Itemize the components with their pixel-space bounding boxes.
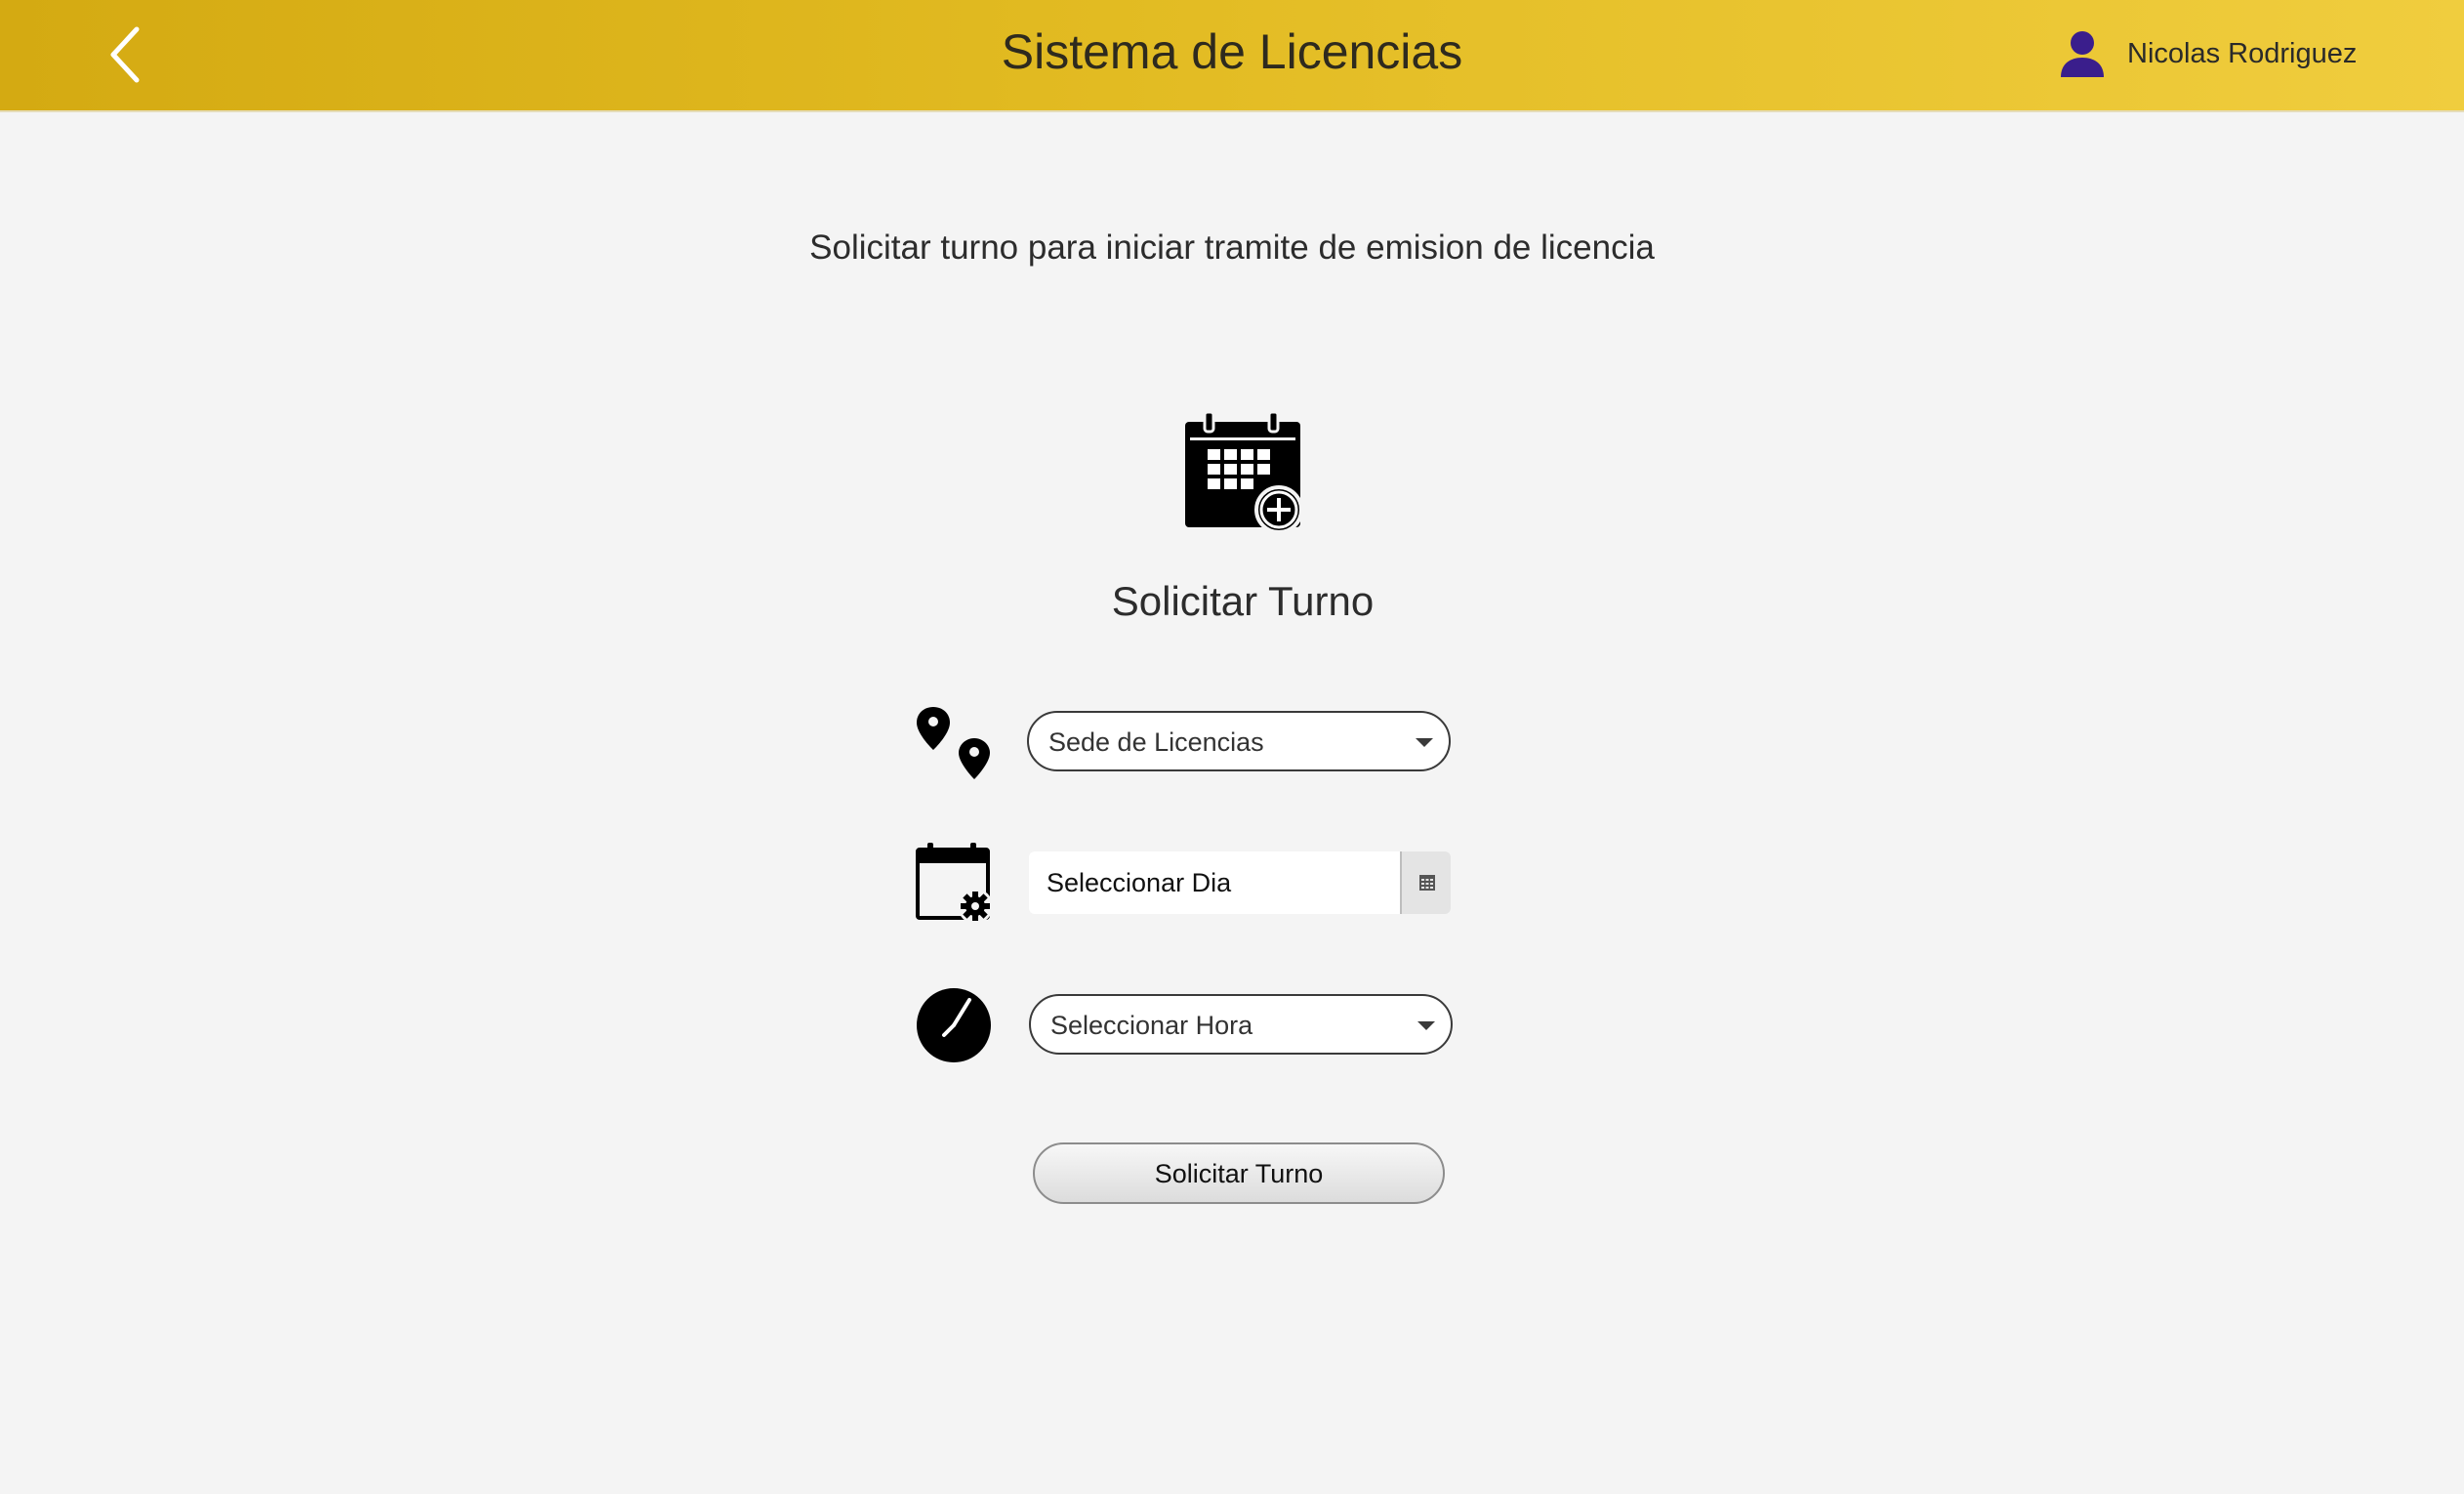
section-title: Solicitar Turno — [1111, 578, 1375, 624]
hora-select-value: Seleccionar Hora — [1050, 1011, 1253, 1040]
solicitar-turno-button[interactable]: Solicitar Turno — [1033, 1142, 1445, 1204]
page-subtitle: Solicitar turno para iniciar tramite de … — [809, 228, 1655, 267]
chevron-down-icon — [1416, 738, 1433, 747]
dia-input[interactable] — [1029, 851, 1400, 914]
calendar-gear-icon — [916, 843, 993, 924]
date-picker-button[interactable] — [1400, 851, 1451, 914]
clock-icon — [917, 988, 991, 1062]
hora-select[interactable]: Seleccionar Hora — [1029, 994, 1453, 1055]
user-name: Nicolas Rodriguez — [2127, 37, 2358, 69]
chevron-down-icon — [1417, 1021, 1435, 1030]
map-pins-icon — [917, 707, 990, 779]
app-header: Sistema de Licencias Nicolas Rodriguez — [0, 0, 2464, 112]
calendar-add-icon — [1185, 410, 1303, 534]
sede-select-value: Sede de Licencias — [1048, 727, 1264, 757]
sede-select[interactable]: Sede de Licencias — [1027, 711, 1451, 771]
user-icon — [2061, 31, 2104, 77]
calendar-grid-icon — [1419, 875, 1435, 891]
user-menu[interactable]: Nicolas Rodriguez — [2055, 21, 2357, 86]
